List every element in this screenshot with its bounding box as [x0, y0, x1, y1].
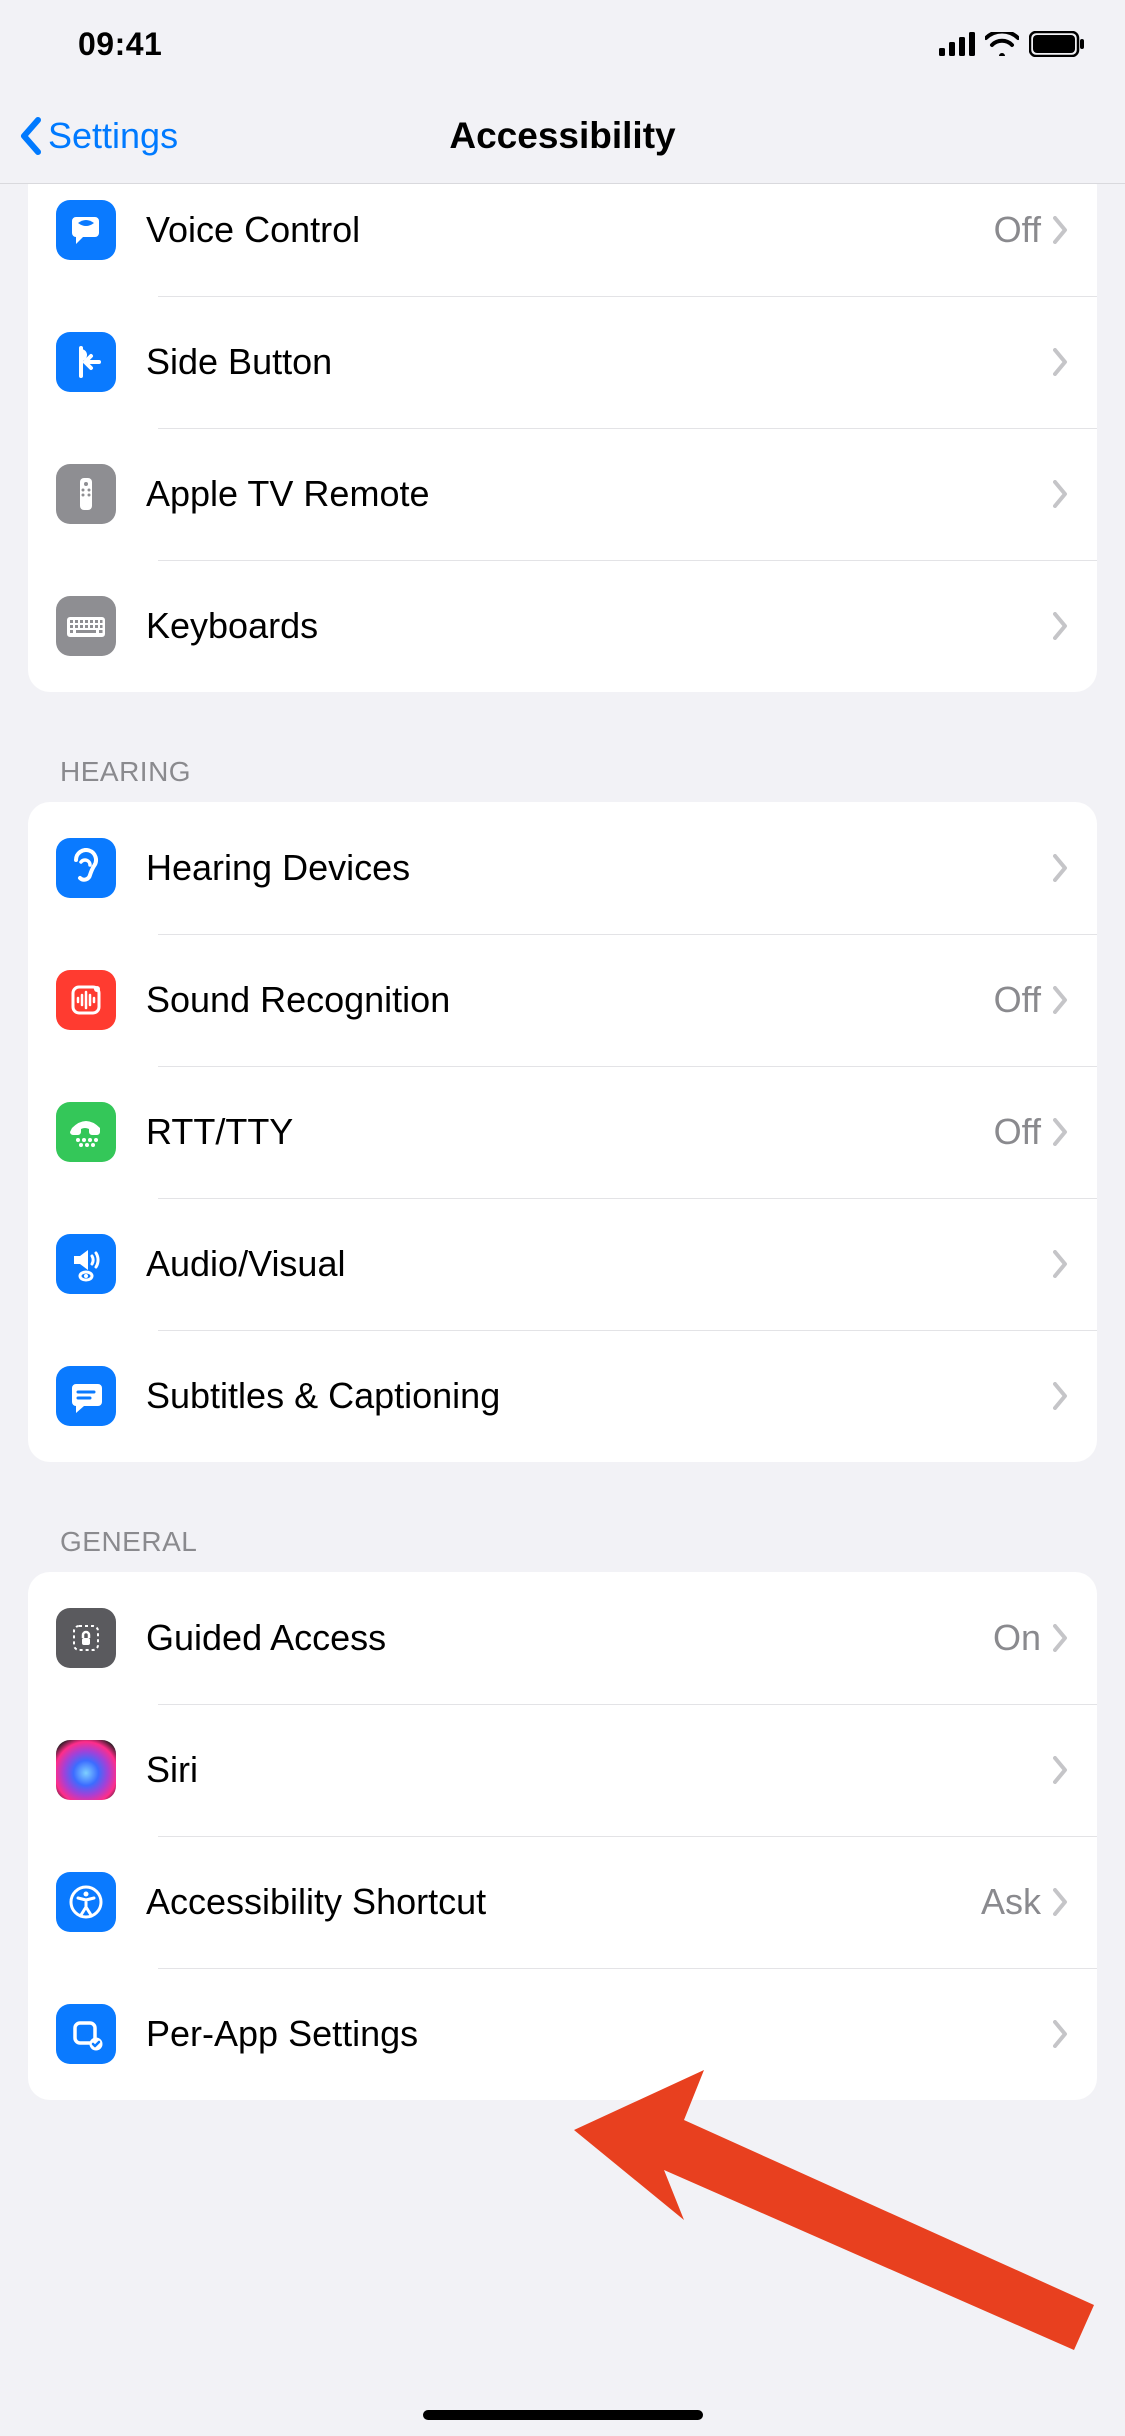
- chevron-right-icon: [1053, 216, 1069, 244]
- guided-access-icon: [56, 1608, 116, 1668]
- accessibility-shortcut-icon: [56, 1872, 116, 1932]
- row-accessibility-shortcut[interactable]: Accessibility Shortcut Ask: [28, 1836, 1097, 1968]
- back-button[interactable]: Settings: [0, 115, 178, 157]
- hearing-devices-icon: [56, 838, 116, 898]
- battery-icon: [1029, 31, 1085, 57]
- voice-control-icon: [56, 200, 116, 260]
- chevron-right-icon: [1053, 1382, 1069, 1410]
- row-keyboards[interactable]: Keyboards: [28, 560, 1097, 692]
- row-voice-control[interactable]: Voice Control Off: [28, 164, 1097, 296]
- row-label: Accessibility Shortcut: [146, 1881, 981, 1923]
- row-value: Off: [994, 209, 1041, 251]
- chevron-left-icon: [18, 117, 42, 155]
- row-guided-access[interactable]: Guided Access On: [28, 1572, 1097, 1704]
- chevron-right-icon: [1053, 1756, 1069, 1784]
- row-value: On: [993, 1617, 1041, 1659]
- row-label: Per-App Settings: [146, 2013, 1053, 2055]
- sound-recognition-icon: [56, 970, 116, 1030]
- chevron-right-icon: [1053, 854, 1069, 882]
- row-subtitles-captioning[interactable]: Subtitles & Captioning: [28, 1330, 1097, 1462]
- chevron-right-icon: [1053, 480, 1069, 508]
- row-apple-tv-remote[interactable]: Apple TV Remote: [28, 428, 1097, 560]
- status-icons: [939, 31, 1085, 57]
- row-label: Siri: [146, 1749, 1053, 1791]
- status-time: 09:41: [78, 26, 162, 63]
- keyboards-icon: [56, 596, 116, 656]
- apple-tv-remote-icon: [56, 464, 116, 524]
- row-siri[interactable]: Siri: [28, 1704, 1097, 1836]
- row-value: Off: [994, 1111, 1041, 1153]
- row-side-button[interactable]: Side Button: [28, 296, 1097, 428]
- row-label: Audio/Visual: [146, 1243, 1053, 1285]
- group-general: Guided Access On Siri Accessibility Shor…: [28, 1572, 1097, 2100]
- row-per-app-settings[interactable]: Per-App Settings: [28, 1968, 1097, 2100]
- chevron-right-icon: [1053, 1888, 1069, 1916]
- row-sound-recognition[interactable]: Sound Recognition Off: [28, 934, 1097, 1066]
- chevron-right-icon: [1053, 1250, 1069, 1278]
- settings-content: Voice Control Off Side Button: [0, 164, 1125, 2140]
- section-header-hearing: Hearing: [0, 692, 1125, 802]
- chevron-right-icon: [1053, 348, 1069, 376]
- subtitles-captioning-icon: [56, 1366, 116, 1426]
- row-label: Sound Recognition: [146, 979, 994, 1021]
- row-label: Guided Access: [146, 1617, 993, 1659]
- section-header-general: General: [0, 1462, 1125, 1572]
- chevron-right-icon: [1053, 612, 1069, 640]
- group-hearing: Hearing Devices Sound Recognition: [28, 802, 1097, 1462]
- cellular-icon: [939, 32, 975, 56]
- chevron-right-icon: [1053, 1118, 1069, 1146]
- row-label: Hearing Devices: [146, 847, 1053, 889]
- back-label: Settings: [48, 115, 178, 157]
- row-label: Side Button: [146, 341, 1053, 383]
- group-physical-motor: Voice Control Off Side Button: [28, 164, 1097, 692]
- row-label: Subtitles & Captioning: [146, 1375, 1053, 1417]
- row-label: RTT/TTY: [146, 1111, 994, 1153]
- row-rtt-tty[interactable]: RTT/TTY Off: [28, 1066, 1097, 1198]
- chevron-right-icon: [1053, 986, 1069, 1014]
- rtt-tty-icon: [56, 1102, 116, 1162]
- row-label: Apple TV Remote: [146, 473, 1053, 515]
- row-value: Ask: [981, 1881, 1041, 1923]
- row-hearing-devices[interactable]: Hearing Devices: [28, 802, 1097, 934]
- row-label: Keyboards: [146, 605, 1053, 647]
- row-value: Off: [994, 979, 1041, 1021]
- siri-icon: [56, 1740, 116, 1800]
- per-app-settings-icon: [56, 2004, 116, 2064]
- chevron-right-icon: [1053, 1624, 1069, 1652]
- status-bar: 09:41: [0, 0, 1125, 88]
- row-audio-visual[interactable]: Audio/Visual: [28, 1198, 1097, 1330]
- side-button-icon: [56, 332, 116, 392]
- chevron-right-icon: [1053, 2020, 1069, 2048]
- row-label: Voice Control: [146, 209, 994, 251]
- wifi-icon: [985, 32, 1019, 56]
- audio-visual-icon: [56, 1234, 116, 1294]
- home-indicator: [423, 2410, 703, 2420]
